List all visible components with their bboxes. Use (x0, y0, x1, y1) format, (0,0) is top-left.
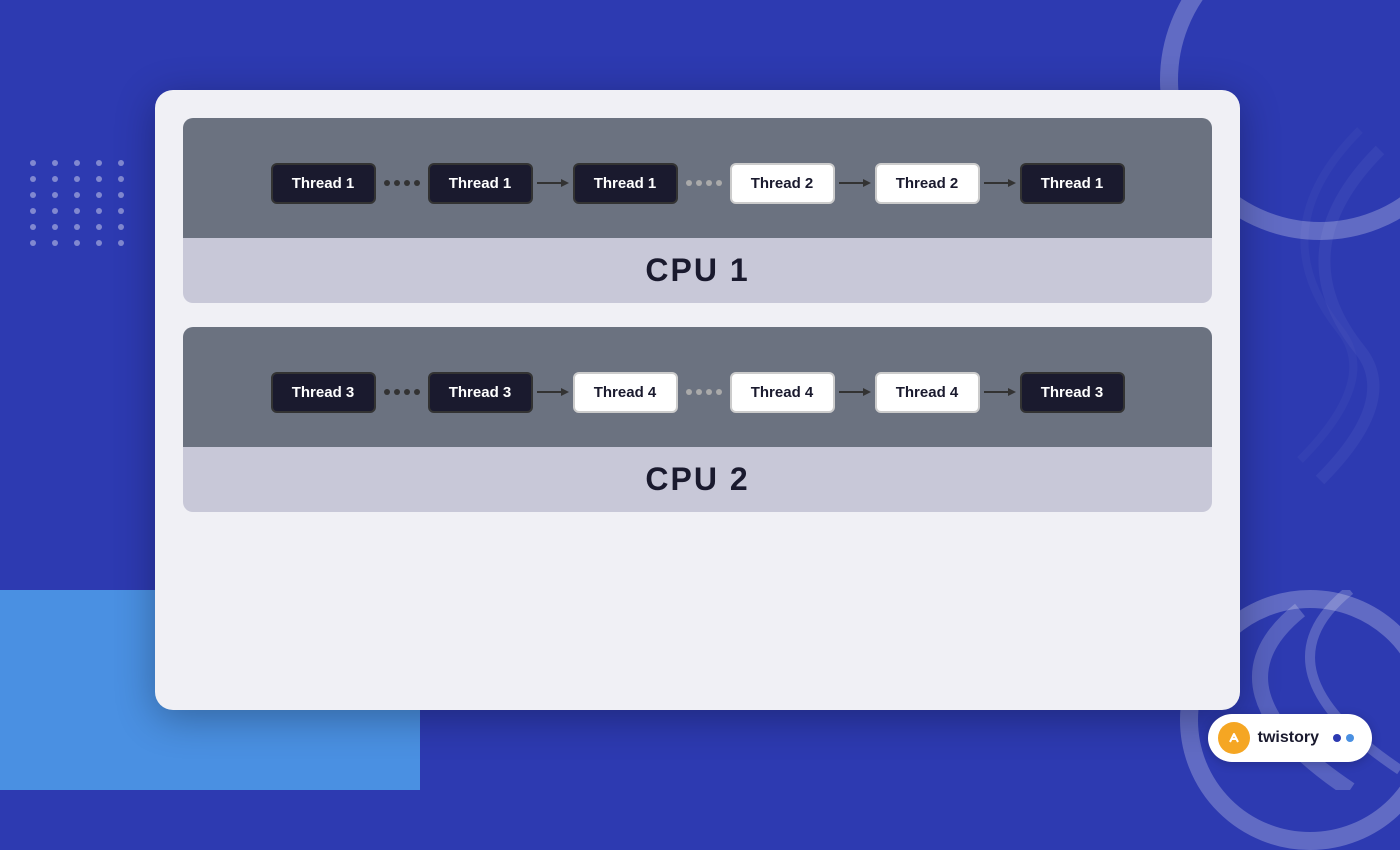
cpu1-thread-chain: Thread 1 Thread 1 Thread 1 (271, 163, 1125, 204)
cpu2-label-row: CPU 2 (183, 447, 1212, 512)
cpu1-arrow-3 (980, 175, 1020, 191)
cpu1-arrow-1 (533, 175, 573, 191)
cpu1-label: CPU 1 (645, 252, 749, 288)
cpu2-thread-box-6: Thread 3 (1020, 372, 1125, 413)
cpu1-thread-box-5: Thread 2 (875, 163, 980, 204)
twistory-brand-name: twistory (1258, 729, 1319, 747)
cpu1-arrow-2 (835, 175, 875, 191)
cpu2-thread-chain: Thread 3 Thread 3 Thread 4 (271, 372, 1125, 413)
bg-dots-decoration (30, 160, 130, 246)
cpu2-connector-dots-2 (678, 389, 730, 395)
cpu2-arrow-3 (980, 384, 1020, 400)
cpu2-block: Thread 3 Thread 3 Thread 4 (183, 327, 1212, 512)
cpu1-label-row: CPU 1 (183, 238, 1212, 303)
cpu2-thread-box-1: Thread 3 (271, 372, 376, 413)
cpu1-thread-box-1: Thread 1 (271, 163, 376, 204)
cpu1-connector-dots-1 (376, 180, 428, 186)
twistory-badge: twistory (1208, 714, 1372, 762)
cpu2-thread-box-2: Thread 3 (428, 372, 533, 413)
cpu2-thread-box-4: Thread 4 (730, 372, 835, 413)
cpu1-thread-box-6: Thread 1 (1020, 163, 1125, 204)
cpu1-thread-box-2: Thread 1 (428, 163, 533, 204)
cpu1-thread-box-4: Thread 2 (730, 163, 835, 204)
cpu1-connector-dots-2 (678, 180, 730, 186)
twistory-dot-1 (1333, 734, 1341, 742)
twistory-dot-2 (1346, 734, 1354, 742)
cpu1-thread-box-3: Thread 1 (573, 163, 678, 204)
cpu2-label: CPU 2 (645, 461, 749, 497)
twistory-icon (1218, 722, 1250, 754)
cpu1-timeline: Thread 1 Thread 1 Thread 1 (183, 118, 1212, 238)
cpu2-arrow-1 (533, 384, 573, 400)
cpu2-timeline: Thread 3 Thread 3 Thread 4 (183, 327, 1212, 447)
twistory-dots (1333, 734, 1354, 742)
cpu2-connector-dots-1 (376, 389, 428, 395)
main-card: Thread 1 Thread 1 Thread 1 (155, 90, 1240, 710)
cpu2-thread-box-3: Thread 4 (573, 372, 678, 413)
cpu2-arrow-2 (835, 384, 875, 400)
cpu2-thread-box-5: Thread 4 (875, 372, 980, 413)
cpu1-block: Thread 1 Thread 1 Thread 1 (183, 118, 1212, 303)
